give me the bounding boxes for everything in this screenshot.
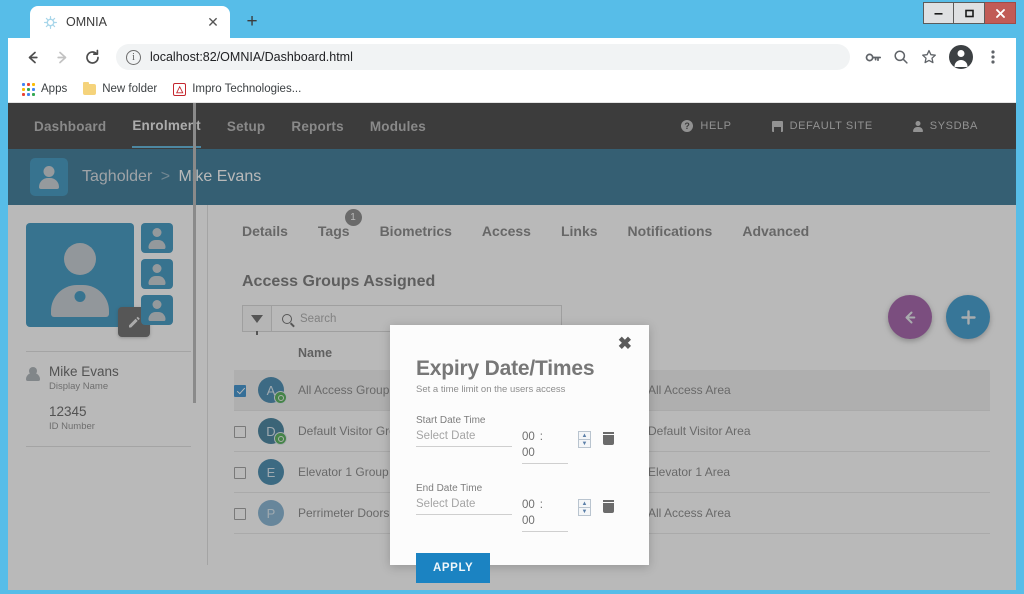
end-hours: 00 xyxy=(522,499,535,512)
content-scrollbar[interactable] xyxy=(193,103,196,403)
bookmark-star-icon[interactable] xyxy=(916,44,942,70)
bookmarks-bar: Apps New folder △ Impro Technologies... xyxy=(8,76,1016,103)
tab-close-icon[interactable]: ✕ xyxy=(204,13,222,31)
spinner-up-icon[interactable]: ▲ xyxy=(579,432,590,440)
end-clear-trash-icon[interactable] xyxy=(603,500,614,514)
start-date-input[interactable]: Select Date xyxy=(416,430,512,447)
back-button[interactable] xyxy=(18,43,46,71)
page-viewport: Dashboard Enrolment Setup Reports Module… xyxy=(8,103,1016,590)
bookmark-label: Apps xyxy=(41,83,68,95)
site-info-icon[interactable]: i xyxy=(126,49,141,65)
apps-grid-icon xyxy=(22,82,35,96)
time-colon: : xyxy=(539,499,543,512)
apply-button[interactable]: APPLY xyxy=(416,553,491,584)
browser-tab-title: OMNIA xyxy=(66,15,107,29)
start-clear-trash-icon[interactable] xyxy=(603,432,614,445)
password-key-icon[interactable] xyxy=(860,44,886,70)
end-minutes: 00 xyxy=(522,514,535,527)
address-bar[interactable]: i localhost:82/OMNIA/Dashboard.html xyxy=(116,44,850,70)
bookmark-new-folder[interactable]: New folder xyxy=(83,81,158,95)
omnia-favicon-icon xyxy=(42,14,58,30)
window-maximize-button[interactable] xyxy=(954,2,985,24)
reload-button[interactable] xyxy=(78,43,106,71)
bookmark-impro[interactable]: △ Impro Technologies... xyxy=(173,82,302,96)
impro-icon: △ xyxy=(173,82,187,96)
end-date-time-group: End Date Time Select Date 00: 00 ▲ ▼ xyxy=(416,483,623,533)
bookmark-label: New folder xyxy=(102,83,158,95)
bookmark-label: Impro Technologies... xyxy=(192,83,302,95)
browser-titlebar: OMNIA ✕ + xyxy=(8,2,1016,38)
browser-window: OMNIA ✕ + i localhost:82/OMNIA/Dashboard… xyxy=(8,2,1016,590)
spinner-down-icon[interactable]: ▼ xyxy=(579,440,590,447)
end-time-input[interactable]: 00: 00 xyxy=(522,498,568,533)
close-icon[interactable]: ✖ xyxy=(618,335,632,352)
expiry-date-times-dialog: ✖ Expiry Date/Times Set a time limit on … xyxy=(390,325,649,584)
chrome-menu-icon[interactable] xyxy=(980,44,1006,70)
desktop-background: OMNIA ✕ + i localhost:82/OMNIA/Dashboard… xyxy=(0,0,1024,594)
end-time-spinner[interactable]: ▲ ▼ xyxy=(578,499,591,517)
end-date-input[interactable]: Select Date xyxy=(416,498,512,516)
start-hours: 00 xyxy=(522,431,535,443)
end-date-time-label: End Date Time xyxy=(416,483,483,495)
window-close-button[interactable] xyxy=(985,2,1016,24)
profile-avatar-icon[interactable] xyxy=(949,45,973,69)
spinner-up-icon[interactable]: ▲ xyxy=(579,500,590,509)
window-controls xyxy=(923,2,1016,24)
start-time-input[interactable]: 00: 00 xyxy=(522,430,568,465)
browser-toolbar: i localhost:82/OMNIA/Dashboard.html xyxy=(8,38,1016,76)
new-tab-button[interactable]: + xyxy=(238,8,266,36)
dialog-subtitle: Set a time limit on the users access xyxy=(416,384,566,395)
folder-icon xyxy=(83,81,97,95)
browser-tab[interactable]: OMNIA ✕ xyxy=(30,6,230,38)
time-colon: : xyxy=(539,431,543,443)
start-date-time-group: Start Date Time Select Date 00: 00 ▲ ▼ xyxy=(416,415,623,465)
bookmark-apps[interactable]: Apps xyxy=(22,82,68,96)
address-bar-url: localhost:82/OMNIA/Dashboard.html xyxy=(150,50,353,64)
spinner-down-icon[interactable]: ▼ xyxy=(579,508,590,515)
start-minutes: 00 xyxy=(522,446,535,459)
window-minimize-button[interactable] xyxy=(923,2,954,24)
start-date-time-label: Start Date Time xyxy=(416,415,486,426)
zoom-search-icon[interactable] xyxy=(888,44,914,70)
start-time-spinner[interactable]: ▲ ▼ xyxy=(578,431,591,448)
forward-button[interactable] xyxy=(48,43,76,71)
dialog-title: Expiry Date/Times xyxy=(416,357,595,380)
